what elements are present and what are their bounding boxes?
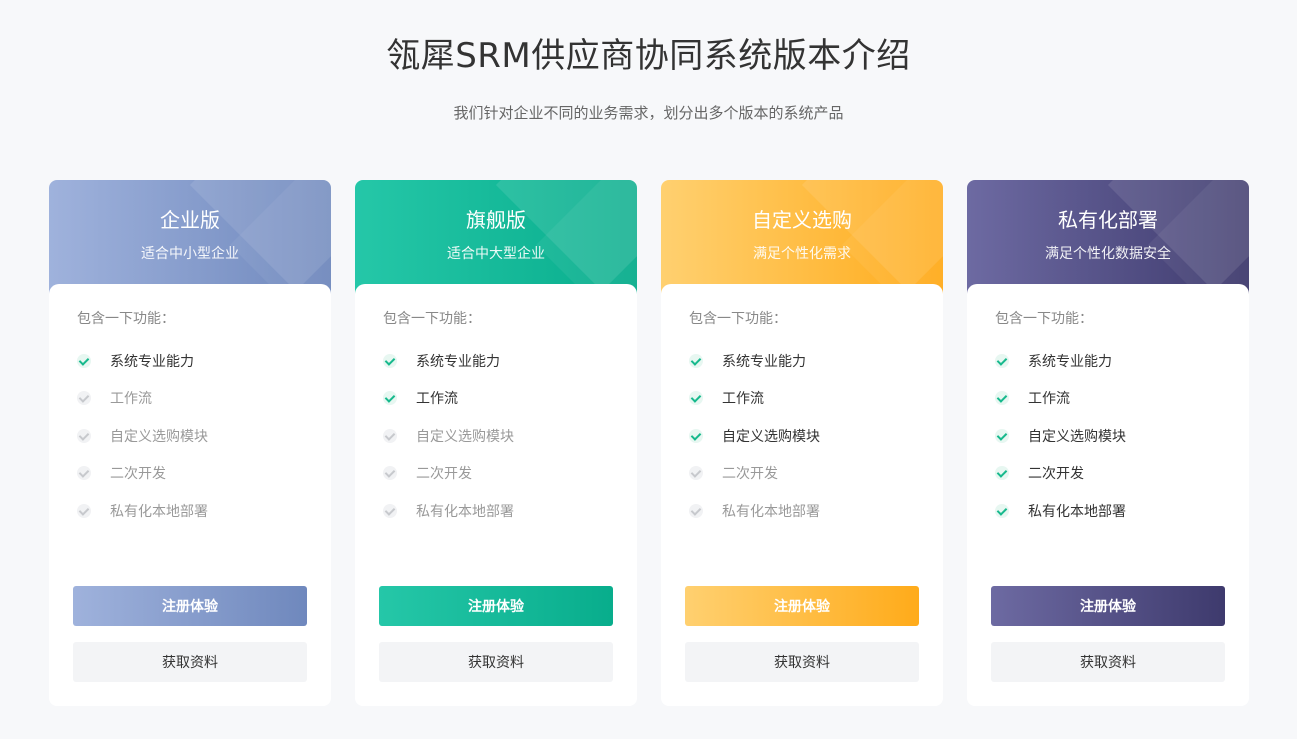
features-title: 包含一下功能： [77,311,175,327]
get-materials-button[interactable]: 获取资料 [685,642,919,682]
feature-label: 工作流 [722,391,764,408]
feature-label: 私有化本地部署 [416,503,514,520]
feature-item: 自定义选购模块 [383,417,613,455]
feature-item: 自定义选购模块 [689,417,919,455]
page-subtitle: 我们针对企业不同的业务需求，划分出多个版本的系统产品 [453,104,844,122]
feature-item: 私有化本地部署 [689,492,919,530]
feature-label: 私有化本地部署 [722,503,820,520]
pricing-page: 瓴犀SRM供应商协同系统版本介绍 我们针对企业不同的业务需求，划分出多个版本的系… [0,0,1297,739]
page-title: 瓴犀SRM供应商协同系统版本介绍 [386,36,911,76]
check-icon [383,503,397,518]
check-icon [383,353,397,368]
check-icon [77,466,91,481]
feature-item: 二次开发 [77,455,307,493]
features-title: 包含一下功能： [689,311,787,327]
check-icon [995,428,1009,443]
feature-item: 自定义选购模块 [995,417,1225,455]
register-trial-button[interactable]: 注册体验 [685,586,919,626]
feature-label: 私有化本地部署 [1028,503,1126,520]
check-icon [689,353,703,368]
check-icon [995,353,1009,368]
check-icon [689,503,703,518]
feature-item: 系统专业能力 [689,342,919,380]
get-materials-button[interactable]: 获取资料 [379,642,613,682]
check-icon [689,466,703,481]
feature-item: 工作流 [689,380,919,418]
feature-item: 系统专业能力 [383,342,613,380]
register-trial-button[interactable]: 注册体验 [73,586,307,626]
plan-description: 适合中小型企业 [141,246,239,262]
check-icon [383,428,397,443]
check-icon [383,391,397,406]
feature-label: 系统专业能力 [416,353,500,370]
plan-description: 适合中大型企业 [447,246,545,262]
check-icon [77,428,91,443]
plan-header: 旗舰版 适合中大型企业 [355,180,637,298]
plan-description: 满足个性化数据安全 [1045,246,1171,262]
feature-item: 自定义选购模块 [77,417,307,455]
check-icon [689,391,703,406]
plan-name: 私有化部署 [1058,208,1158,232]
feature-item: 工作流 [995,380,1225,418]
feature-item: 工作流 [383,380,613,418]
register-trial-button[interactable]: 注册体验 [991,586,1225,626]
plan-name: 旗舰版 [466,208,526,232]
check-icon [77,391,91,406]
feature-item: 工作流 [77,380,307,418]
plan-name: 自定义选购 [752,208,852,232]
plan-header: 企业版 适合中小型企业 [49,180,331,298]
feature-label: 私有化本地部署 [110,503,208,520]
features-title: 包含一下功能： [383,311,481,327]
check-icon [995,391,1009,406]
check-icon [689,428,703,443]
feature-item: 私有化本地部署 [77,492,307,530]
plan-name: 企业版 [160,208,220,232]
check-icon [383,466,397,481]
plan-card-custom: 自定义选购 满足个性化需求 包含一下功能： 系统专业能力 工作流 自定义选购模块… [661,180,943,706]
feature-label: 系统专业能力 [1028,353,1112,370]
plan-header: 自定义选购 满足个性化需求 [661,180,943,298]
feature-label: 系统专业能力 [722,353,806,370]
feature-label: 自定义选购模块 [416,428,514,445]
feature-label: 工作流 [110,391,152,408]
feature-item: 私有化本地部署 [383,492,613,530]
feature-item: 系统专业能力 [995,342,1225,380]
get-materials-button[interactable]: 获取资料 [73,642,307,682]
feature-label: 工作流 [1028,391,1070,408]
feature-item: 二次开发 [995,455,1225,493]
feature-label: 自定义选购模块 [1028,428,1126,445]
feature-label: 工作流 [416,391,458,408]
feature-label: 二次开发 [110,466,166,483]
feature-label: 自定义选购模块 [722,428,820,445]
register-trial-button[interactable]: 注册体验 [379,586,613,626]
plan-header: 私有化部署 满足个性化数据安全 [967,180,1249,298]
check-icon [77,353,91,368]
plan-cards: 企业版 适合中小型企业 包含一下功能： 系统专业能力 工作流 自定义选购模块 二… [49,180,1249,706]
plan-card-enterprise: 企业版 适合中小型企业 包含一下功能： 系统专业能力 工作流 自定义选购模块 二… [49,180,331,706]
get-materials-button[interactable]: 获取资料 [991,642,1225,682]
check-icon [77,503,91,518]
check-icon [995,503,1009,518]
feature-item: 系统专业能力 [77,342,307,380]
plan-card-private: 私有化部署 满足个性化数据安全 包含一下功能： 系统专业能力 工作流 自定义选购… [967,180,1249,706]
feature-item: 私有化本地部署 [995,492,1225,530]
feature-item: 二次开发 [383,455,613,493]
feature-label: 系统专业能力 [110,353,194,370]
feature-item: 二次开发 [689,455,919,493]
feature-label: 自定义选购模块 [110,428,208,445]
features-title: 包含一下功能： [995,311,1093,327]
feature-label: 二次开发 [416,466,472,483]
feature-label: 二次开发 [722,466,778,483]
feature-label: 二次开发 [1028,466,1084,483]
plan-card-flagship: 旗舰版 适合中大型企业 包含一下功能： 系统专业能力 工作流 自定义选购模块 二… [355,180,637,706]
plan-description: 满足个性化需求 [753,246,851,262]
check-icon [995,466,1009,481]
